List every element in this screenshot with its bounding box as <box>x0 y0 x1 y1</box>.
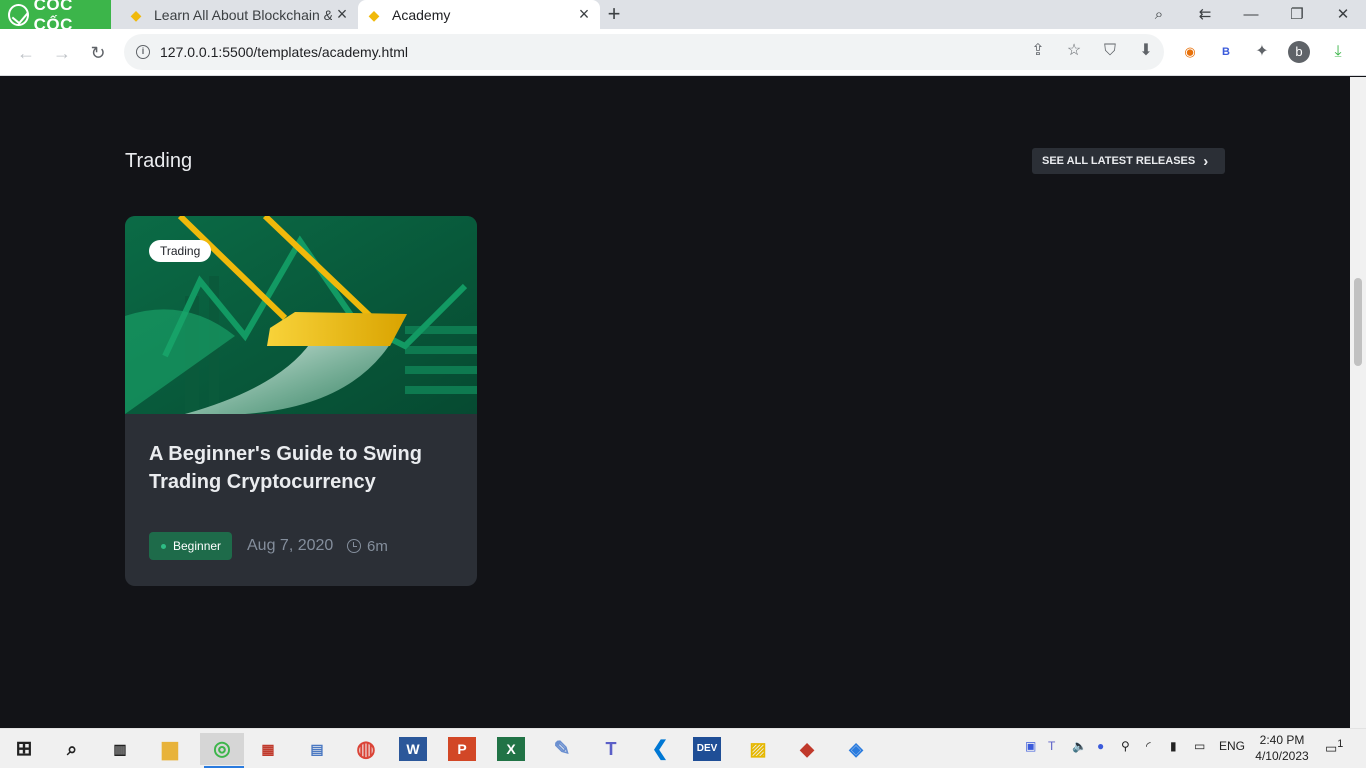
article-date: Aug 7, 2020 <box>247 537 334 554</box>
app-icon[interactable]: ◈ <box>840 733 872 765</box>
restore-button[interactable]: ❐ <box>1274 0 1320 29</box>
coccoc-taskbar-icon[interactable]: ◎ <box>200 733 244 768</box>
tab-learn-blockchain[interactable]: ◆ Learn All About Blockchain & × <box>116 0 358 29</box>
file-explorer-icon[interactable]: ▆ <box>154 733 186 765</box>
notification-count: 1 <box>1337 738 1344 750</box>
see-all-latest-releases-button[interactable]: SEE ALL LATEST RELEASES › <box>1032 148 1225 174</box>
app-icon[interactable]: ▨ <box>742 733 774 765</box>
extension-chrome-icon[interactable]: ◉ <box>1179 41 1201 63</box>
share-icon[interactable]: ⇪ <box>1026 39 1050 63</box>
system-clock[interactable]: 2:40 PM 4/10/2023 <box>1252 732 1312 764</box>
new-tab-button[interactable]: + <box>603 2 625 26</box>
close-window-button[interactable]: ✕ <box>1320 0 1366 29</box>
notification-icon[interactable]: ▭1 <box>1325 738 1343 756</box>
profile-avatar[interactable]: b <box>1288 41 1310 63</box>
extensions-puzzle-icon[interactable]: ✦ <box>1251 41 1273 63</box>
app-icon[interactable]: ▤ <box>301 733 333 765</box>
close-tab-icon[interactable]: × <box>332 4 352 25</box>
tab-academy[interactable]: ◆ Academy × <box>358 0 600 29</box>
reload-icon[interactable]: ↻ <box>83 38 113 68</box>
devc-icon[interactable]: DEV <box>693 737 721 761</box>
language-indicator[interactable]: ENG <box>1219 739 1245 753</box>
browser-toolbar: ← → ↻ i 127.0.0.1:5500/templates/academy… <box>0 29 1366 76</box>
minimize-button[interactable]: — <box>1228 0 1274 29</box>
search-icon[interactable]: ⌕ <box>56 733 88 765</box>
page-viewport: Trading SEE ALL LATEST RELEASES › Tradin… <box>0 77 1350 728</box>
tab-search-icon[interactable]: ⌕ <box>1136 0 1182 29</box>
clock-date: 4/10/2023 <box>1255 749 1309 763</box>
binance-favicon-icon: ◆ <box>368 6 380 23</box>
tray-zoom-icon[interactable]: ● <box>1097 739 1104 753</box>
task-view-icon[interactable]: ▥ <box>104 733 136 765</box>
battery-icon[interactable]: ▭ <box>1194 739 1205 753</box>
category-tag[interactable]: Trading <box>149 240 212 262</box>
extension-b-icon[interactable]: B <box>1215 41 1237 63</box>
power-icon[interactable]: ▮ <box>1170 739 1177 753</box>
see-all-label: SEE ALL LATEST RELEASES <box>1042 155 1196 167</box>
windows-taskbar: ⊞ ⌕ ▥ ▆ ◎ ▦ ▤ ◍ W P X ✎ T ❮ DEV ▨ ◆ ◈ ▣ … <box>0 728 1366 768</box>
address-url[interactable]: 127.0.0.1:5500/templates/academy.html <box>160 44 408 60</box>
site-info-icon[interactable]: i <box>136 45 150 59</box>
downloads-icon[interactable]: ⤓ <box>1327 41 1349 63</box>
app-icon[interactable]: ◆ <box>791 733 823 765</box>
start-icon[interactable]: ⊞ <box>8 733 40 765</box>
address-bar[interactable]: i 127.0.0.1:5500/templates/academy.html <box>124 34 1164 70</box>
excel-icon[interactable]: X <box>497 737 525 761</box>
browser-tab-strip: CỐC CỐC ◆ Learn All About Blockchain & ×… <box>0 0 1366 34</box>
paint-icon[interactable]: ✎ <box>546 733 578 765</box>
chrome-icon[interactable]: ◍ <box>350 733 382 765</box>
wifi-icon[interactable]: ◜ <box>1146 739 1151 753</box>
clock-time: 2:40 PM <box>1259 733 1305 747</box>
article-title[interactable]: A Beginner's Guide to Swing Trading Cryp… <box>149 440 449 496</box>
article-card[interactable]: Trading A Beginner's Guide to Swing Trad… <box>125 216 477 586</box>
read-duration: 6m <box>367 538 388 555</box>
tab-title: Academy <box>392 6 451 23</box>
tab-title: Learn All About Blockchain & <box>154 6 332 23</box>
tray-teams-icon[interactable]: T <box>1048 739 1055 753</box>
close-tab-icon[interactable]: × <box>574 4 594 25</box>
back-history-icon[interactable]: ⇇ <box>1182 0 1228 29</box>
forward-arrow-icon[interactable]: → <box>47 38 77 68</box>
coccoc-logo-icon <box>8 3 29 26</box>
level-badge: Beginner <box>149 532 233 560</box>
volume-icon[interactable]: 🔈 <box>1072 739 1087 753</box>
vscode-icon[interactable]: ❮ <box>644 733 676 765</box>
binance-favicon-icon: ◆ <box>130 6 142 23</box>
app-icon[interactable]: ▦ <box>252 733 284 765</box>
back-arrow-icon[interactable]: ← <box>11 38 41 68</box>
shield-icon[interactable]: ⛉ <box>1098 39 1122 63</box>
browser-brand-button[interactable]: CỐC CỐC <box>0 0 111 34</box>
teams-icon[interactable]: T <box>595 733 627 765</box>
scrollbar-thumb[interactable] <box>1354 278 1362 366</box>
tray-network-icon[interactable]: ⚲ <box>1121 739 1130 753</box>
chevron-right-icon: › <box>1203 152 1209 170</box>
tray-app-icon[interactable]: ▣ <box>1025 739 1036 753</box>
section-title: Trading <box>125 150 193 172</box>
page-scrollbar[interactable] <box>1350 77 1366 728</box>
word-icon[interactable]: W <box>399 737 427 761</box>
bookmark-star-icon[interactable]: ☆ <box>1062 39 1086 63</box>
clock-icon <box>347 539 361 553</box>
powerpoint-icon[interactable]: P <box>448 737 476 761</box>
download-page-icon[interactable]: ⬇ <box>1134 39 1158 63</box>
